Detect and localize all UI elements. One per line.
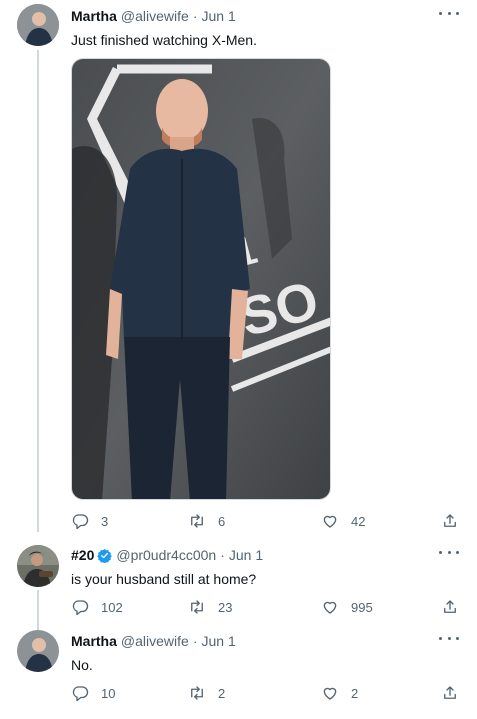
tweet-actions: 3 6 42 [71, 510, 461, 532]
share-button[interactable] [441, 596, 459, 618]
reply-icon [72, 686, 89, 702]
like-count: 42 [351, 513, 366, 529]
reply-button[interactable]: 3 [71, 510, 108, 532]
like-count: 995 [351, 599, 373, 615]
avatar[interactable] [17, 545, 59, 587]
retweet-count: 6 [218, 513, 226, 529]
reply-count: 3 [101, 513, 109, 529]
thread-line [37, 50, 39, 532]
reply-count: 10 [101, 685, 116, 701]
tweet-text: No. [71, 657, 93, 673]
more-icon[interactable] [439, 7, 459, 19]
like-button[interactable]: 995 [321, 596, 373, 618]
author-handle[interactable]: @pr0udr4cc00n [116, 546, 216, 564]
retweet-icon [191, 514, 203, 528]
reply-icon [72, 514, 89, 530]
share-button[interactable] [441, 510, 459, 532]
tweet-photo[interactable]: 1 SO [71, 58, 331, 500]
author-name[interactable]: #20 [71, 546, 94, 564]
author-handle[interactable]: @alivewife [121, 632, 189, 650]
retweet-button[interactable]: 23 [188, 596, 232, 618]
avatar[interactable] [17, 630, 59, 672]
like-button[interactable]: 42 [321, 510, 365, 532]
separator: · [220, 547, 225, 563]
tweet-text: is your husband still at home? [71, 571, 257, 587]
author-handle[interactable]: @alivewife [121, 7, 189, 25]
retweet-icon [191, 600, 203, 614]
tweet-date[interactable]: Jun 1 [201, 7, 235, 25]
avatar[interactable] [17, 4, 59, 46]
verified-icon [97, 548, 113, 563]
retweet-icon [191, 686, 203, 700]
author-name[interactable]: Martha [71, 632, 117, 650]
share-icon [444, 600, 456, 613]
author-name[interactable]: Martha [71, 7, 117, 25]
retweet-button[interactable]: 2 [188, 682, 225, 704]
tweet-date[interactable]: Jun 1 [201, 632, 235, 650]
like-button[interactable]: 2 [321, 682, 358, 704]
more-icon[interactable] [439, 546, 459, 558]
like-count: 2 [351, 685, 359, 701]
thread-line-2 [37, 590, 39, 630]
tweet-header: Martha @alivewife · Jun 1 [71, 632, 236, 650]
share-icon [444, 686, 456, 699]
retweet-button[interactable]: 6 [188, 510, 225, 532]
reply-count: 102 [101, 599, 123, 615]
like-icon [323, 687, 337, 700]
separator: · [192, 633, 198, 649]
share-button[interactable] [441, 682, 459, 704]
separator: · [192, 8, 198, 24]
like-icon [323, 515, 337, 528]
reply-button[interactable]: 102 [71, 596, 123, 618]
more-icon[interactable] [439, 632, 459, 644]
tweet-actions: 10 2 2 [71, 682, 461, 704]
tweet-text: Just finished watching X-Men. [71, 32, 257, 48]
retweet-count: 23 [218, 599, 233, 615]
reply-button[interactable]: 10 [71, 682, 115, 704]
share-icon [444, 514, 456, 527]
tweet-actions: 102 23 995 [71, 596, 461, 618]
tweet-header: Martha @alivewife · Jun 1 [71, 7, 236, 25]
tweet-date[interactable]: Jun 1 [229, 546, 263, 564]
like-icon [323, 601, 337, 614]
tweet-header: #20 @pr0udr4cc00n · Jun 1 [71, 546, 263, 564]
retweet-count: 2 [218, 685, 226, 701]
reply-icon [72, 600, 89, 616]
